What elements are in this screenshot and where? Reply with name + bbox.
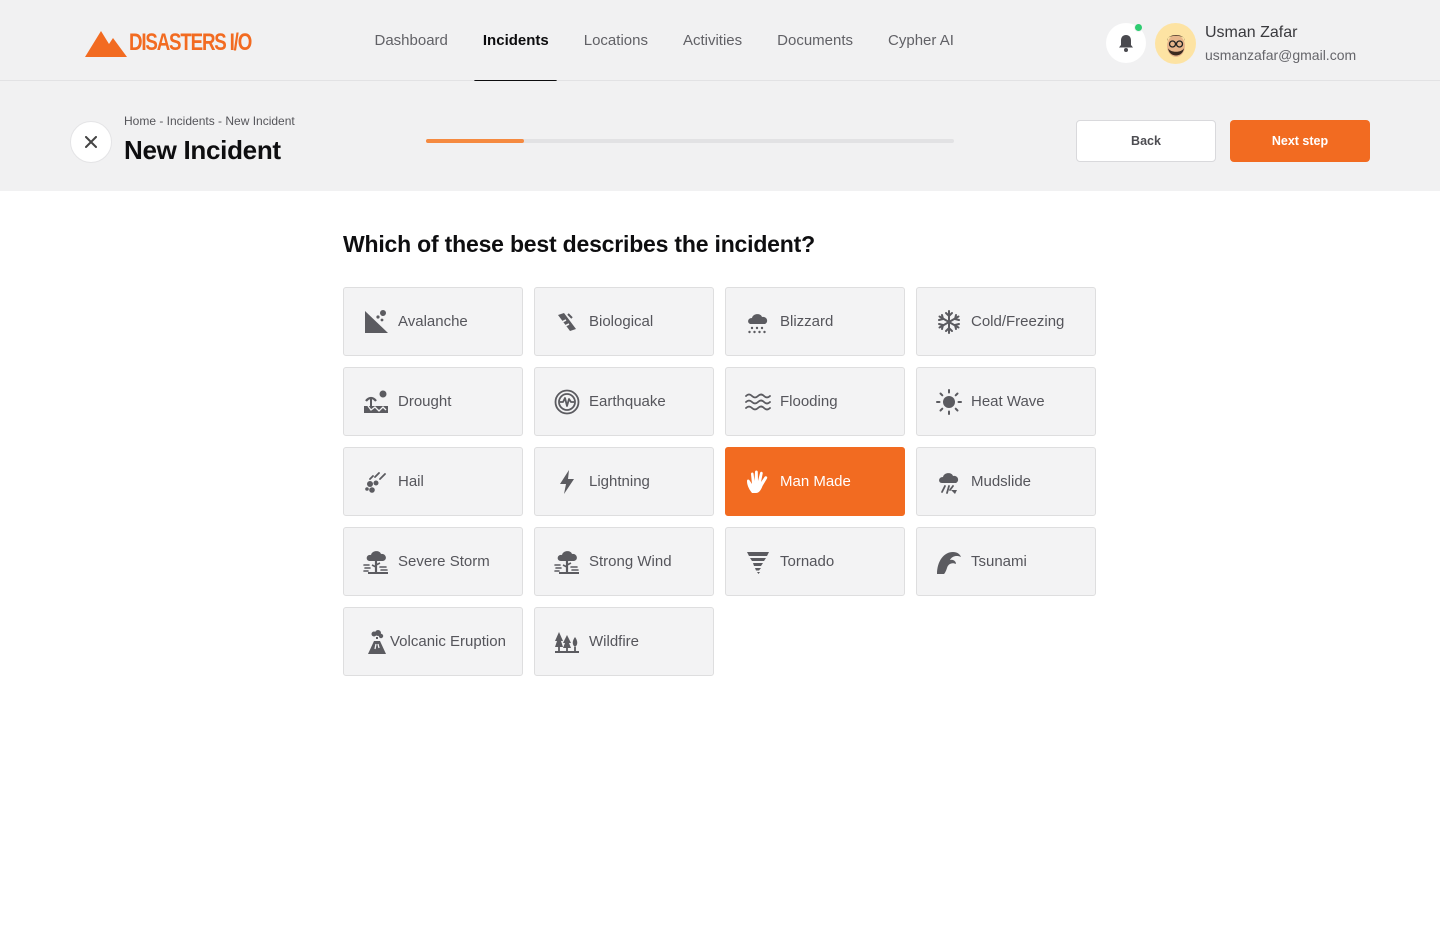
back-button[interactable]: Back xyxy=(1076,120,1216,162)
nav-cypher-ai[interactable]: Cypher AI xyxy=(871,0,972,81)
option-severe-storm[interactable]: Severe Storm xyxy=(343,527,523,596)
avalanche-icon xyxy=(362,308,390,336)
option-flooding[interactable]: Flooding xyxy=(725,367,905,436)
page-title: New Incident xyxy=(124,135,281,165)
question-heading: Which of these best describes the incide… xyxy=(343,231,815,257)
option-label: Mudslide xyxy=(971,473,1032,490)
avatar-face-icon xyxy=(1166,34,1185,57)
option-label: Biological xyxy=(589,313,654,330)
option-heat-wave[interactable]: Heat Wave xyxy=(916,367,1096,436)
drought-icon xyxy=(362,388,390,416)
earthquake-icon xyxy=(553,388,581,416)
option-label: Hail xyxy=(398,473,424,490)
sun-icon xyxy=(935,388,963,416)
option-cold-freezing[interactable]: Cold/Freezing xyxy=(916,287,1096,356)
option-blizzard[interactable]: Blizzard xyxy=(725,287,905,356)
nav-documents[interactable]: Documents xyxy=(760,0,871,81)
option-volcanic-eruption[interactable]: Volcanic Eruption xyxy=(343,607,523,676)
option-label: Tornado xyxy=(780,553,835,570)
brand-name: DISASTERS I/O xyxy=(129,29,252,56)
avatar[interactable] xyxy=(1155,23,1196,64)
nav-dashboard[interactable]: Dashboard xyxy=(357,0,465,81)
option-label: Flooding xyxy=(780,393,838,410)
breadcrumb: Home - Incidents - New Incident xyxy=(124,114,295,128)
option-tsunami[interactable]: Tsunami xyxy=(916,527,1096,596)
tornado-icon xyxy=(744,548,772,576)
top-navigation-bar: DISASTERS I/O Dashboard Incidents Locati… xyxy=(0,0,1440,83)
option-label: Cold/Freezing xyxy=(971,313,1065,330)
option-label: Heat Wave xyxy=(971,393,1045,410)
option-label: Drought xyxy=(398,393,452,410)
hand-icon xyxy=(744,468,772,496)
strong-wind-icon xyxy=(553,548,581,576)
option-strong-wind[interactable]: Strong Wind xyxy=(534,527,714,596)
option-label: Severe Storm xyxy=(398,553,490,570)
option-lightning[interactable]: Lightning xyxy=(534,447,714,516)
brand-logo[interactable]: DISASTERS I/O xyxy=(85,28,286,58)
option-drought[interactable]: Drought xyxy=(343,367,523,436)
wildfire-icon xyxy=(553,628,581,656)
option-man-made[interactable]: Man Made xyxy=(725,447,905,516)
snowflake-icon xyxy=(935,308,963,336)
bell-icon xyxy=(1119,35,1133,52)
mudslide-icon xyxy=(935,468,963,496)
option-label: Earthquake xyxy=(589,393,666,410)
option-avalanche[interactable]: Avalanche xyxy=(343,287,523,356)
option-tornado[interactable]: Tornado xyxy=(725,527,905,596)
option-label: Avalanche xyxy=(398,313,468,330)
option-label: Lightning xyxy=(589,473,650,490)
option-label: Tsunami xyxy=(971,553,1027,570)
user-email: usmanzafar@gmail.com xyxy=(1205,47,1357,63)
main-nav: Dashboard Incidents Locations Activities… xyxy=(357,0,972,83)
option-label: Strong Wind xyxy=(589,553,672,570)
biological-icon xyxy=(553,308,581,336)
notification-status-dot xyxy=(1134,23,1143,32)
option-label: Blizzard xyxy=(780,313,834,330)
wizard-progress-fill xyxy=(426,139,524,143)
option-hail[interactable]: Hail xyxy=(343,447,523,516)
nav-activities[interactable]: Activities xyxy=(665,0,759,81)
nav-incidents[interactable]: Incidents xyxy=(465,0,566,83)
close-button[interactable] xyxy=(70,121,112,163)
close-icon xyxy=(85,136,97,148)
option-biological[interactable]: Biological xyxy=(534,287,714,356)
option-label: Man Made xyxy=(780,473,851,490)
mountain-logo-icon xyxy=(85,31,127,57)
next-step-button[interactable]: Next step xyxy=(1230,120,1370,162)
volcano-icon xyxy=(364,628,390,656)
option-mudslide[interactable]: Mudslide xyxy=(916,447,1096,516)
option-wildfire[interactable]: Wildfire xyxy=(534,607,714,676)
option-earthquake[interactable]: Earthquake xyxy=(534,367,714,436)
lightning-icon xyxy=(553,468,581,496)
incident-type-grid: Avalanche Biological Blizzard Cold/Freez… xyxy=(343,287,1097,676)
blizzard-icon xyxy=(744,308,772,336)
severe-storm-icon xyxy=(362,548,390,576)
notifications-button[interactable] xyxy=(1106,23,1146,63)
tsunami-icon xyxy=(935,548,963,576)
nav-locations[interactable]: Locations xyxy=(566,0,665,81)
hail-icon xyxy=(362,468,390,496)
wizard-header: Home - Incidents - New Incident New Inci… xyxy=(0,81,1440,191)
user-name: Usman Zafar xyxy=(1205,24,1298,41)
flooding-icon xyxy=(744,388,772,416)
wizard-progress-bar xyxy=(426,139,954,143)
option-label: Volcanic Eruption xyxy=(390,633,506,650)
option-label: Wildfire xyxy=(589,633,640,650)
